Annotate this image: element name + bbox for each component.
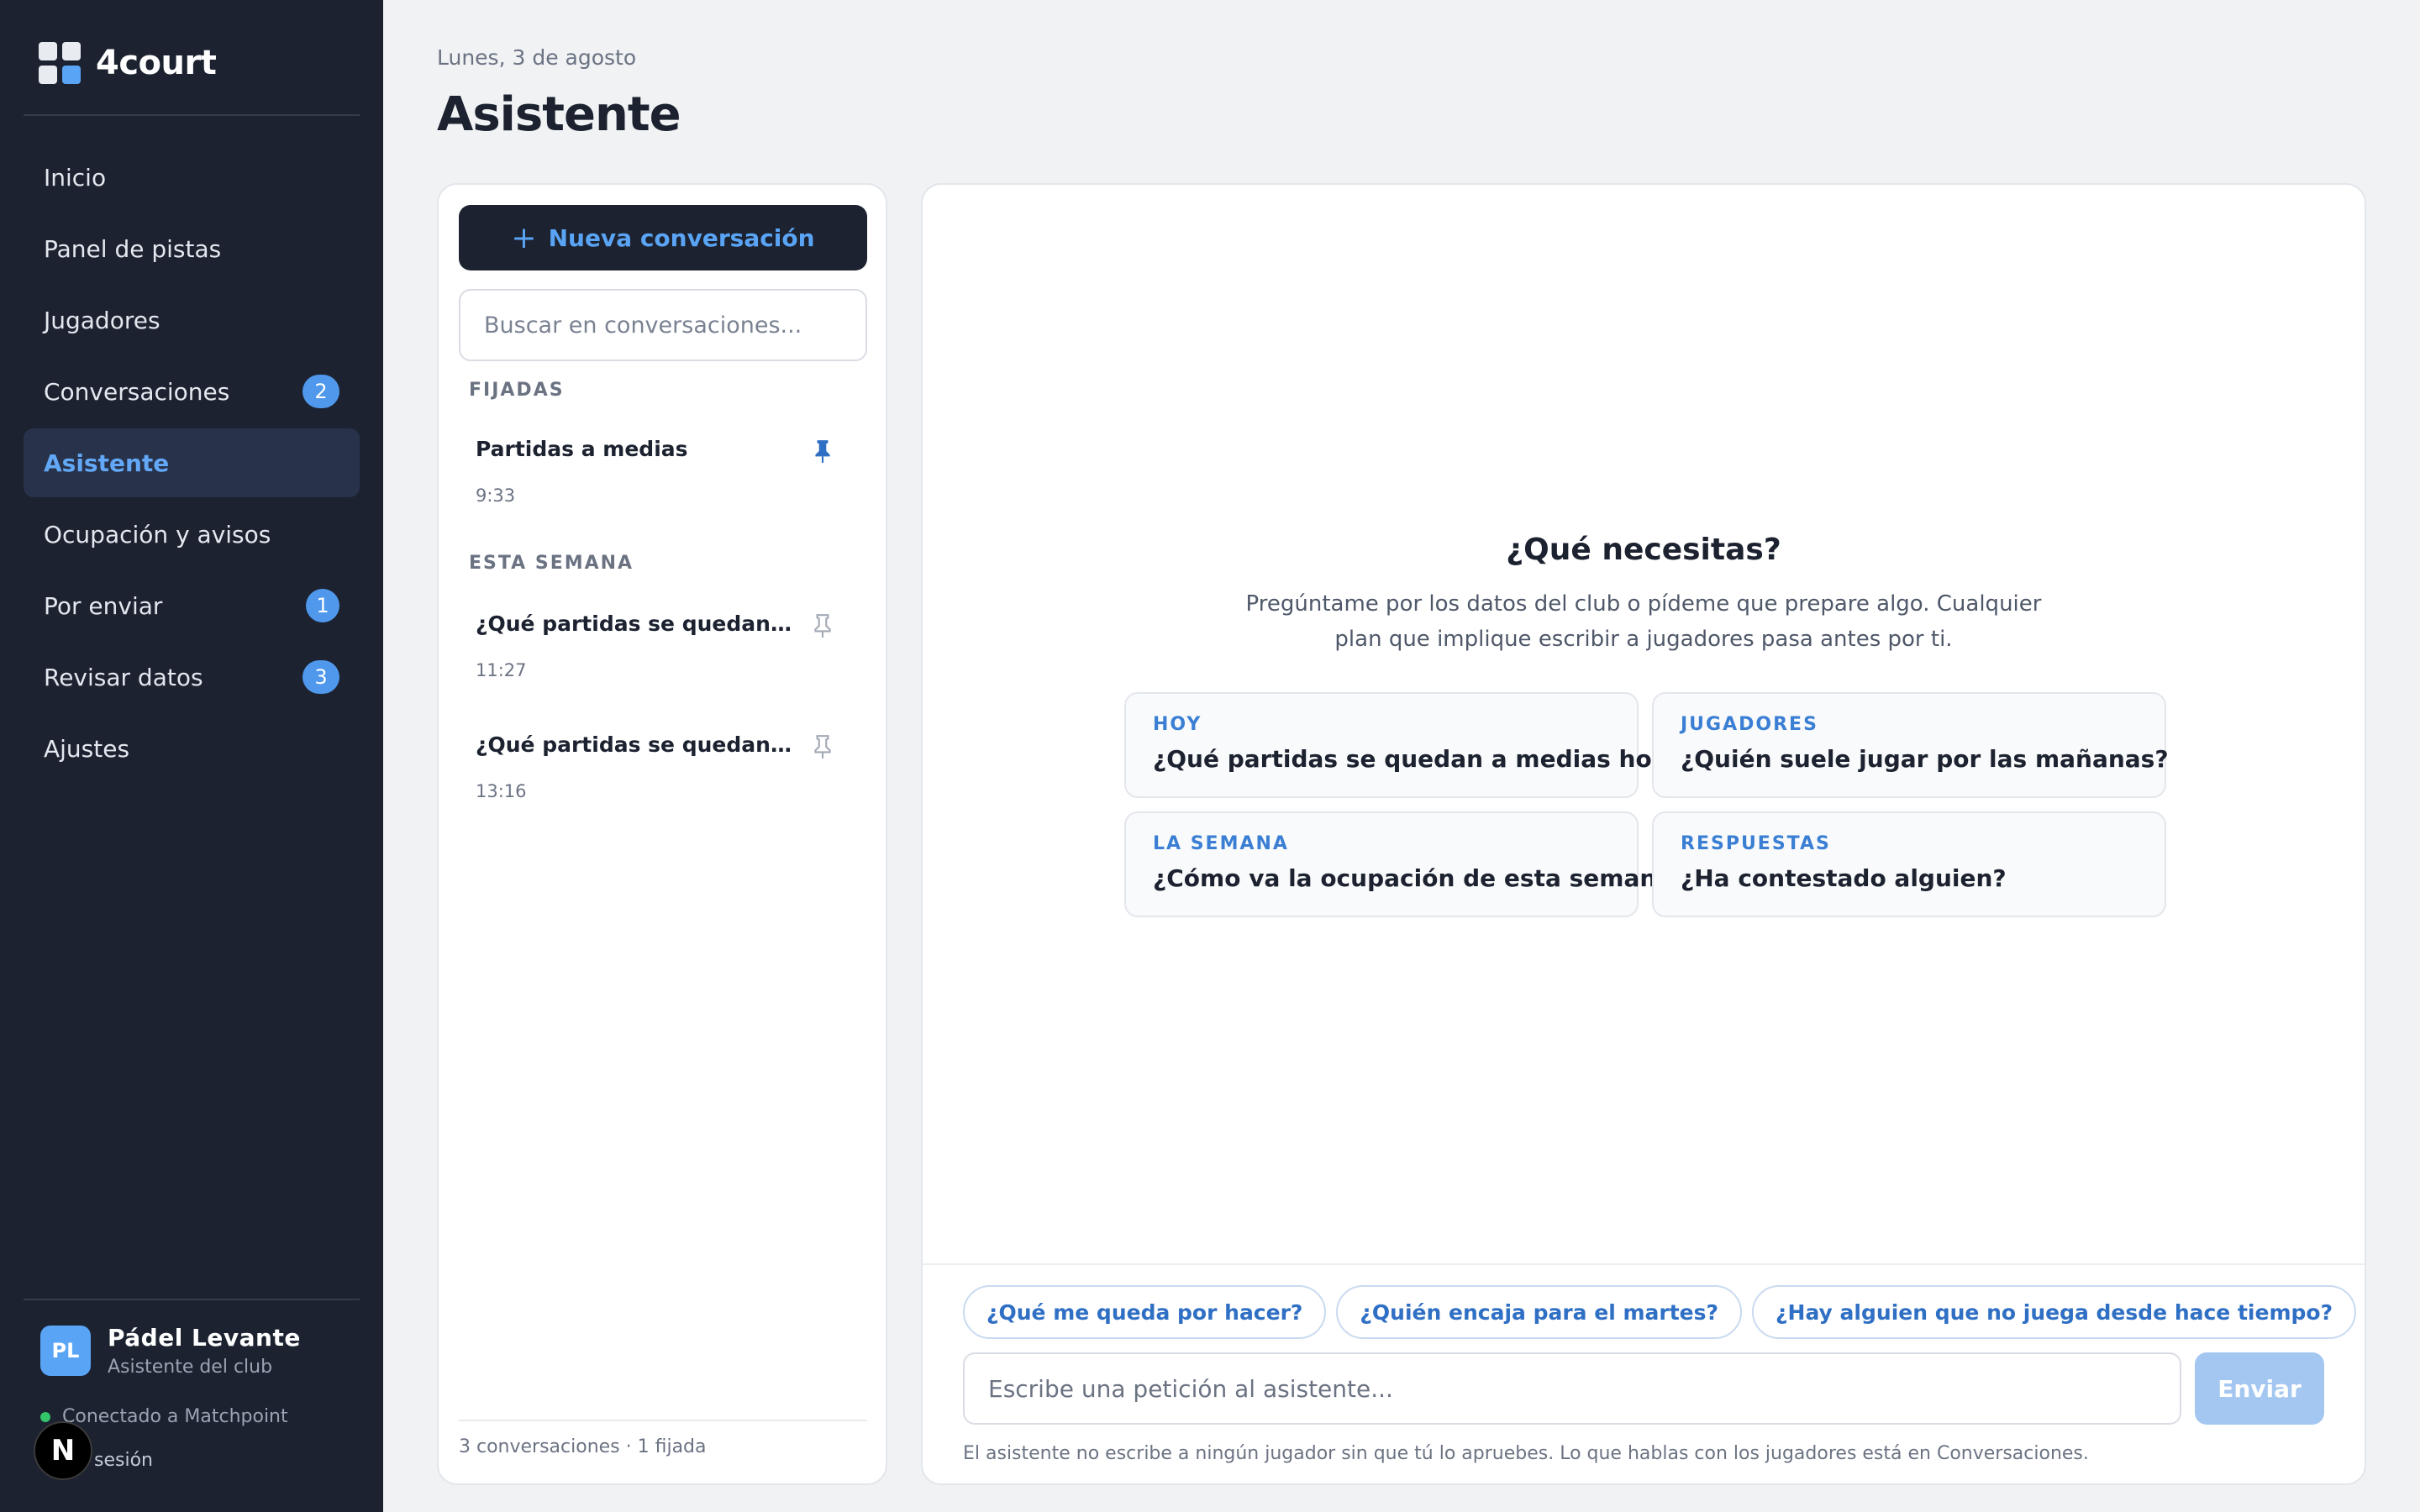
pin-filled-icon[interactable] <box>812 438 834 464</box>
count-badge: 2 <box>302 375 339 408</box>
conversation-title: ¿Qué partidas se quedan a medias hoy? <box>476 732 795 757</box>
conversation-time: 11:27 <box>476 660 527 680</box>
sidebar-item-label: Ajustes <box>44 734 130 763</box>
divider <box>24 1299 360 1300</box>
search-input[interactable] <box>459 289 867 361</box>
sidebar-item-jugadores[interactable]: Jugadores <box>24 286 360 354</box>
suggestion-card-la-semana[interactable]: LA SEMANA ¿Cómo va la ocupación de esta … <box>1124 811 1686 917</box>
send-button[interactable]: Enviar <box>2195 1352 2324 1425</box>
card-kicker: LA SEMANA <box>1153 833 1289 854</box>
sidebar-item-label: Conversaciones <box>44 377 230 406</box>
quick-prompt-chip[interactable]: ¿Hay alguien que no juega desde hace tie… <box>1752 1285 2357 1339</box>
sidebar-item-revisar-datos[interactable]: Revisar datos 3 <box>24 643 360 711</box>
sidebar-item-label: Revisar datos <box>44 663 203 691</box>
sidebar-item-por-enviar[interactable]: Por enviar 1 <box>24 571 360 640</box>
quick-prompts: ¿Qué me queda por hacer? ¿Quién encaja p… <box>963 1285 2365 1339</box>
sidebar-item-ocupacion-y-avisos[interactable]: Ocupación y avisos <box>24 500 360 569</box>
group-label-pinned: FIJADAS <box>469 380 565 401</box>
page-title: Asistente <box>437 87 681 142</box>
new-conversation-button[interactable]: + Nueva conversación <box>459 205 867 270</box>
logout-link[interactable]: sesión <box>94 1450 153 1471</box>
conversation-title: ¿Qué partidas se quedan a medias hoy? <box>476 612 795 636</box>
chat-composer: ¿Qué me queda por hacer? ¿Quién encaja p… <box>923 1263 2365 1483</box>
list-item[interactable]: ¿Qué partidas se quedan a medias hoy? 11… <box>459 593 867 694</box>
conversations-summary: 3 conversaciones · 1 fijada <box>459 1436 707 1457</box>
brand-name: 4court <box>96 44 217 82</box>
plus-icon: + <box>511 220 537 255</box>
current-date: Lunes, 3 de agosto <box>437 45 637 70</box>
suggestion-card-hoy[interactable]: HOY ¿Qué partidas se quedan a medias hoy… <box>1124 692 1681 798</box>
assistant-disclaimer: El asistente no escribe a ningún jugador… <box>963 1443 2089 1464</box>
count-badge: 1 <box>306 589 339 622</box>
quick-prompt-chip[interactable]: ¿Qué me queda por hacer? <box>963 1285 1327 1339</box>
club-profile[interactable]: PL Pádel Levante Asistente del club <box>40 1324 301 1378</box>
sidebar-item-label: Panel de pistas <box>44 234 222 263</box>
sidebar-item-label: Ocupación y avisos <box>44 520 271 549</box>
quick-prompt-chip[interactable]: ¿Quién encaja para el martes? <box>1336 1285 1743 1339</box>
conversation-time: 13:16 <box>476 781 527 801</box>
connection-text: Conectado a Matchpoint <box>62 1406 288 1427</box>
assistant-chat-panel: ¿Qué necesitas? Pregúntame por los datos… <box>921 183 2366 1485</box>
sidebar-item-ajustes[interactable]: Ajustes <box>24 714 360 783</box>
sidebar-item-label: Jugadores <box>44 306 160 334</box>
card-text: ¿Qué partidas se quedan a medias hoy? <box>1153 745 1681 773</box>
group-label-week: ESTA SEMANA <box>469 553 634 574</box>
message-input[interactable] <box>963 1352 2181 1425</box>
grid-logo-icon <box>39 42 81 84</box>
sidebar: 4court Inicio Panel de pistas Jugadores … <box>0 0 383 1512</box>
new-conversation-label: Nueva conversación <box>548 223 815 252</box>
pin-outline-icon[interactable] <box>812 734 834 759</box>
sidebar-nav: Inicio Panel de pistas Jugadores Convers… <box>24 143 360 785</box>
sidebar-item-label: Inicio <box>44 163 107 192</box>
avatar: PL <box>40 1326 91 1376</box>
empty-state-description: Pregúntame por los datos del club o píde… <box>1245 591 2042 652</box>
suggestion-card-jugadores[interactable]: JUGADORES ¿Quién suele jugar por las mañ… <box>1652 692 2169 798</box>
sidebar-item-label: Asistente <box>44 449 170 477</box>
sidebar-item-inicio[interactable]: Inicio <box>24 143 360 212</box>
sidebar-item-conversaciones[interactable]: Conversaciones 2 <box>24 357 360 426</box>
sidebar-item-asistente[interactable]: Asistente <box>24 428 360 497</box>
pin-outline-icon[interactable] <box>812 613 834 638</box>
card-text: ¿Ha contestado alguien? <box>1681 864 2007 892</box>
brand[interactable]: 4court <box>39 42 217 84</box>
club-subtitle: Asistente del club <box>108 1357 273 1378</box>
sidebar-item-panel-de-pistas[interactable]: Panel de pistas <box>24 214 360 283</box>
sidebar-item-label: Por enviar <box>44 591 163 620</box>
suggestion-card-respuestas[interactable]: RESPUESTAS ¿Ha contestado alguien? <box>1652 811 2166 917</box>
conversation-title: Partidas a medias <box>476 437 688 461</box>
count-badge: 3 <box>302 660 339 694</box>
empty-state-title: ¿Qué necesitas? <box>1506 533 1781 567</box>
conversations-panel: + Nueva conversación FIJADAS Partidas a … <box>437 183 887 1485</box>
card-text: ¿Quién suele jugar por las mañanas? <box>1681 745 2169 773</box>
dev-tools-badge[interactable]: N <box>34 1421 92 1480</box>
divider <box>24 114 360 116</box>
card-kicker: JUGADORES <box>1681 714 1818 735</box>
conversation-time: 9:33 <box>476 486 516 506</box>
divider <box>459 1420 867 1421</box>
connection-status: Conectado a Matchpoint <box>40 1406 288 1427</box>
card-kicker: HOY <box>1153 714 1202 735</box>
status-dot-icon <box>40 1411 50 1422</box>
list-item[interactable]: ¿Qué partidas se quedan a medias hoy? 13… <box>459 714 867 815</box>
club-name: Pádel Levante <box>108 1324 301 1352</box>
card-kicker: RESPUESTAS <box>1681 833 1831 854</box>
card-text: ¿Cómo va la ocupación de esta semana? <box>1153 864 1686 892</box>
list-item[interactable]: Partidas a medias 9:33 <box>459 418 867 519</box>
